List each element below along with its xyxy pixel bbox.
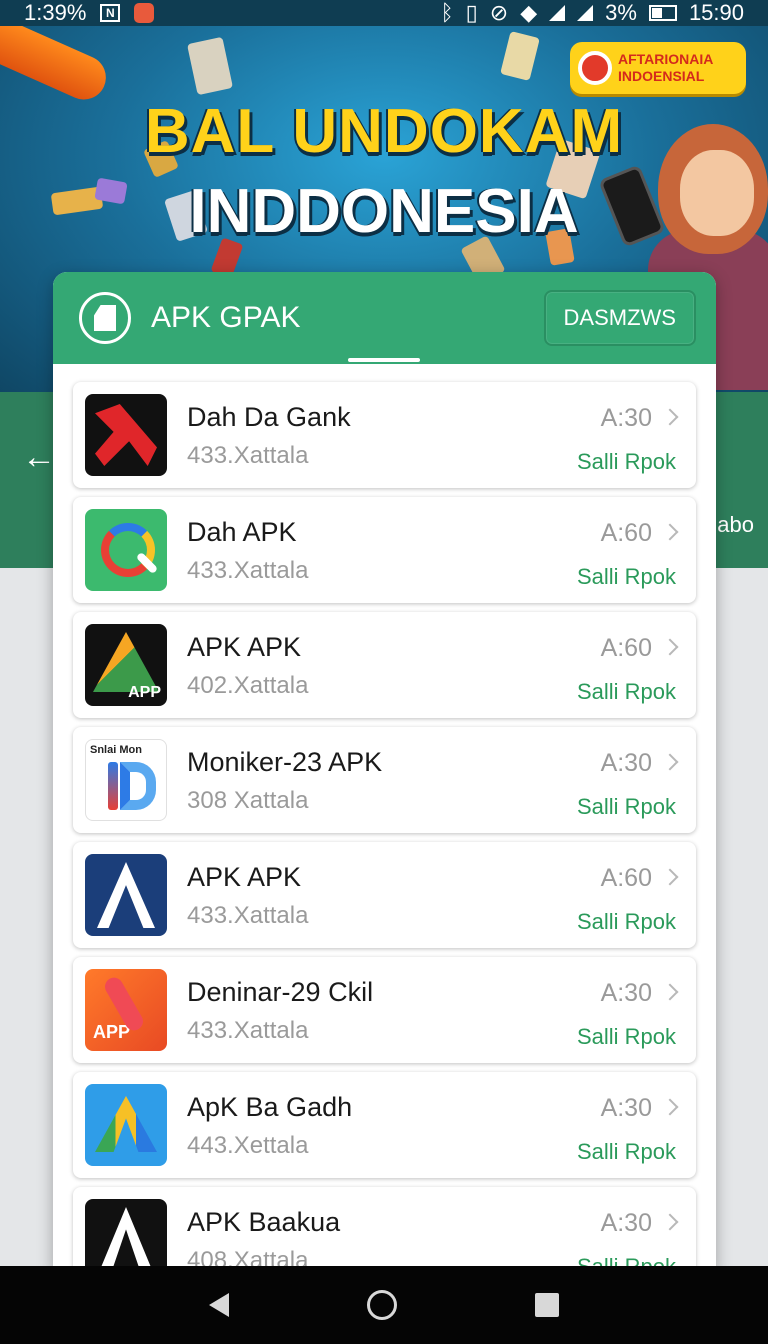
- badge-text: AFTARIONAIA INDOENSIAL: [618, 51, 713, 85]
- app-notification-icon: [134, 3, 155, 23]
- app-sale-label: Salli Rpok: [576, 564, 676, 589]
- vibrate-icon: ▯: [465, 0, 478, 25]
- side-peek-text: abo: [717, 512, 754, 537]
- status-time-left: 1:39%: [24, 0, 87, 25]
- app-list-item[interactable]: APP APK APK 402.Xattala A:60 Salli Rpok: [73, 612, 696, 718]
- app-icon-label: Snlai Mon: [90, 744, 142, 756]
- header-action-button[interactable]: DASMZWS: [543, 290, 696, 346]
- apk-logo-icon: [79, 292, 131, 344]
- app-list-item[interactable]: Dah APK 433.Xattala A:60 Salli Rpok: [73, 497, 696, 603]
- signal-2-icon: [577, 5, 594, 21]
- navy-a-icon: [85, 854, 167, 936]
- app-time: A:30: [600, 404, 652, 432]
- character-face: [680, 150, 754, 236]
- status-time-right: 15:90: [688, 0, 744, 25]
- app-time: A:60: [600, 864, 652, 892]
- app-triangle-icon: APP: [85, 624, 167, 706]
- app-list-item[interactable]: APK Baakua 408.Xattala A:30 Salli Rpok: [73, 1187, 696, 1272]
- navigation-bar: [0, 1266, 768, 1344]
- app-meta: A:30 Salli Rpok: [536, 749, 679, 820]
- ip-logo-icon: Snlai Mon: [85, 739, 167, 821]
- chevron-right-icon: [661, 753, 679, 771]
- chevron-right-icon: [661, 638, 679, 656]
- app-list: Dah Da Gank 433.Xattala A:30 Salli Rpok …: [53, 364, 716, 1272]
- app-sale-label: Salli Rpok: [576, 909, 676, 934]
- app-icon-label: APP: [93, 1022, 131, 1042]
- mute-icon: ⊘: [489, 0, 509, 25]
- chevron-right-icon: [661, 408, 679, 426]
- app-meta: A:60 Salli Rpok: [536, 519, 679, 590]
- chevron-right-icon: [661, 1213, 679, 1231]
- card-header: APK GPAK DASMZWS: [53, 272, 716, 364]
- status-bar: 1:39% N ᛒ ▯ ⊘ ◆ 3% 15:90: [0, 0, 768, 26]
- wifi-icon: ◆: [520, 0, 538, 25]
- chevron-right-icon: [661, 523, 679, 541]
- floating-card-illustration: [500, 31, 540, 81]
- chevron-right-icon: [661, 983, 679, 1001]
- apk-list-card: APK GPAK DASMZWS Dah Da Gank 433.Xattala…: [53, 272, 716, 1272]
- app-time: A:60: [600, 634, 652, 662]
- app-meta: A:30 Salli Rpok: [536, 1209, 679, 1272]
- chevron-right-icon: [661, 1098, 679, 1116]
- app-icon-label: APP: [128, 684, 161, 701]
- app-time: A:60: [600, 519, 652, 547]
- battery-icon: [648, 5, 677, 21]
- orange-app-icon: APP: [85, 969, 167, 1051]
- dark-a-icon: [85, 1199, 167, 1272]
- tab-indicator: [348, 358, 420, 362]
- status-right: ᛒ ▯ ⊘ ◆ 3% 15:90: [440, 0, 744, 26]
- back-arrow-icon[interactable]: ←: [22, 437, 56, 477]
- app-time: A:30: [600, 749, 652, 777]
- app-meta: A:60 Salli Rpok: [536, 634, 679, 705]
- app-sale-label: Salli Rpok: [576, 1024, 676, 1049]
- app-list-item[interactable]: Snlai Mon Moniker-23 APK 308 Xattala A:3…: [73, 727, 696, 833]
- bluetooth-icon: ᛒ: [440, 0, 454, 25]
- chevron-right-icon: [661, 868, 679, 886]
- floating-card-illustration: [186, 36, 234, 96]
- notification-box-icon: N: [100, 4, 121, 22]
- ip-bar-shape: [108, 762, 118, 810]
- app-sale-label: Salli Rpok: [576, 794, 676, 819]
- app-list-item[interactable]: Dah Da Gank 433.Xattala A:30 Salli Rpok: [73, 382, 696, 488]
- app-meta: A:30 Salli Rpok: [536, 404, 679, 475]
- app-list-item[interactable]: ApK Ba Gadh 443.Xettala A:30 Salli Rpok: [73, 1072, 696, 1178]
- battery-percent: 3%: [605, 0, 637, 25]
- badge-logo-icon: [578, 51, 612, 85]
- card-title: APK GPAK: [151, 301, 301, 334]
- app-list-item[interactable]: APP Deninar-29 Ckil 433.Xattala A:30 Sal…: [73, 957, 696, 1063]
- nav-back-icon[interactable]: [209, 1293, 229, 1317]
- drive-icon: [85, 1084, 167, 1166]
- app-sale-label: Salli Rpok: [576, 679, 676, 704]
- app-time: A:30: [600, 1094, 652, 1122]
- nav-home-icon[interactable]: [367, 1290, 397, 1320]
- app-list-item[interactable]: APK APK 433.Xattala A:60 Salli Rpok: [73, 842, 696, 948]
- app-meta: A:30 Salli Rpok: [536, 1094, 679, 1165]
- promo-badge[interactable]: AFTARIONAIA INDOENSIAL: [570, 42, 746, 94]
- app-sale-label: Salli Rpok: [576, 449, 676, 474]
- nav-recents-icon[interactable]: [535, 1293, 559, 1317]
- app-screen: 1:39% N ᛒ ▯ ⊘ ◆ 3% 15:90 AFTARIONAIA IND…: [0, 0, 768, 1344]
- app-meta: A:60 Salli Rpok: [536, 864, 679, 935]
- badge-line1: AFTARIONAIA: [618, 51, 714, 67]
- app-time: A:30: [600, 979, 652, 1007]
- red-ribbon-icon: [85, 394, 167, 476]
- rocket-illustration: [0, 26, 113, 107]
- magnifier-icon: [85, 509, 167, 591]
- status-left: 1:39% N: [24, 0, 155, 26]
- ip-p-shape: [120, 762, 156, 810]
- signal-icon: [549, 5, 566, 21]
- app-sale-label: Salli Rpok: [576, 1139, 676, 1164]
- app-time: A:30: [600, 1209, 652, 1237]
- app-meta: A:30 Salli Rpok: [536, 979, 679, 1050]
- badge-line2: INDOENSIAL: [618, 68, 705, 84]
